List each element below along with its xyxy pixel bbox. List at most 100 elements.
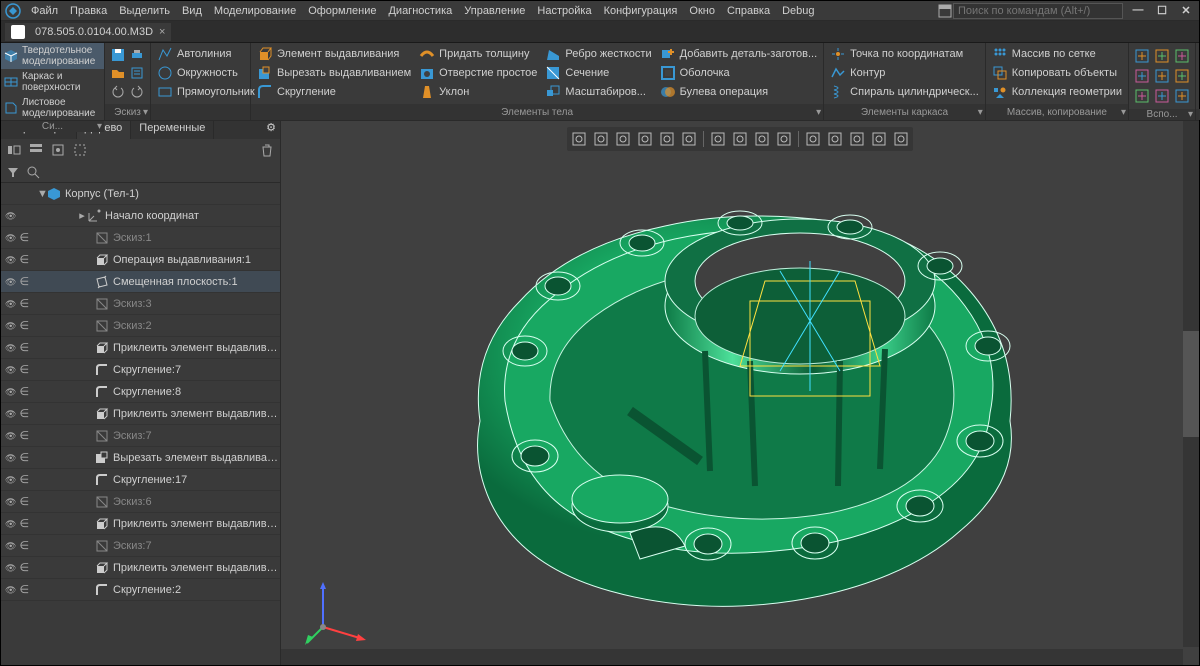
tree-item[interactable]: Эскиз:7 [1,425,280,447]
tree-root[interactable]: ▼ Корпус (Тел-1) [1,183,280,205]
tree-item[interactable]: Приклеить элемент выдавливания [1,513,280,535]
tree-item[interactable]: Эскиз:3 [1,293,280,315]
mode-solid[interactable]: Твердотельное моделирование [1,43,104,69]
save-icon[interactable] [110,47,126,63]
vt-select-icon[interactable] [569,129,589,149]
tree-item[interactable]: Эскиз:1 [1,227,280,249]
ribbon-toggle-icon[interactable] [937,3,953,19]
search-icon[interactable] [25,164,41,180]
vt-box-icon[interactable] [591,129,611,149]
vt-plane-icon[interactable] [679,129,699,149]
menu-select[interactable]: Выделить [113,3,176,19]
tree-mode1-icon[interactable] [5,141,23,159]
vt-snap-icon[interactable] [613,129,633,149]
filter-icon[interactable] [5,164,21,180]
viewport-3d[interactable] [281,121,1199,665]
tool-autoline[interactable]: Автолиния [153,45,259,63]
menu-manage[interactable]: Управление [458,3,531,19]
redo-icon[interactable] [129,83,145,99]
aux5-icon[interactable] [1153,67,1171,85]
tool-point[interactable]: Точка по координатам [826,45,983,63]
aux8-icon[interactable] [1153,87,1171,105]
vt-fit-icon[interactable] [730,129,750,149]
command-search-input[interactable] [953,3,1123,19]
tool-extrude[interactable]: Элемент выдавливания [253,45,415,63]
undo-icon[interactable] [110,83,126,99]
close-tab-icon[interactable]: × [159,26,165,38]
tool-contour[interactable]: Контур [826,64,983,82]
menu-window[interactable]: Окно [683,3,721,19]
tool-scale[interactable]: Масштабиров... [541,83,655,101]
tool-copy[interactable]: Копировать объекты [988,64,1126,82]
tree-item[interactable]: Эскиз:7 [1,535,280,557]
viewport-scrollbar-h[interactable] [281,649,1183,665]
menu-file[interactable]: Файл [25,3,64,19]
panel-settings-icon[interactable]: ⚙ [262,121,280,139]
vt-zoom-icon[interactable] [708,129,728,149]
menu-help[interactable]: Справка [721,3,776,19]
maximize-button[interactable]: ☐ [1153,4,1171,17]
open-icon[interactable] [110,65,126,81]
tree-mode2-icon[interactable] [27,141,45,159]
tree-item[interactable]: Операция выдавливания:1 [1,249,280,271]
tool-rectangle[interactable]: Прямоугольник [153,83,259,101]
tree-item[interactable]: Скругление:2 [1,579,280,601]
print-icon[interactable] [129,47,145,63]
tool-draft[interactable]: Уклон [415,83,541,101]
vt-align-icon[interactable] [635,129,655,149]
vt-hidden-icon[interactable] [847,129,867,149]
tool-rib[interactable]: Ребро жесткости [541,45,655,63]
tab-variables[interactable]: Переменные [131,121,214,139]
menu-settings[interactable]: Настройка [531,3,597,19]
menu-diagnostics[interactable]: Диагностика [382,3,458,19]
menu-config[interactable]: Конфигурация [598,3,684,19]
tool-pattern[interactable]: Массив по сетке [988,45,1126,63]
vt-rotate-icon[interactable] [752,129,772,149]
menu-drafting[interactable]: Оформление [302,3,382,19]
close-button[interactable]: ✕ [1177,4,1195,17]
vt-iso-icon[interactable] [891,129,911,149]
mode-surface[interactable]: Каркас и поверхности [1,69,104,95]
aux4-icon[interactable] [1133,67,1151,85]
tree-item[interactable]: Приклеить элемент выдавливания [1,403,280,425]
tree-item[interactable]: Скругление:8 [1,381,280,403]
aux3-icon[interactable] [1173,47,1191,65]
tree-item[interactable]: Эскиз:6 [1,491,280,513]
vt-section-icon[interactable] [869,129,889,149]
aux9-icon[interactable] [1173,87,1191,105]
viewport-scrollbar-v[interactable] [1183,121,1199,647]
tree-mode3-icon[interactable] [49,141,67,159]
tool-shell[interactable]: Оболочка [656,64,822,82]
menu-edit[interactable]: Правка [64,3,113,19]
menu-modeling[interactable]: Моделирование [208,3,302,19]
tool-hole[interactable]: Отверстие простое [415,64,541,82]
tree-mode4-icon[interactable] [71,141,89,159]
vt-shade-icon[interactable] [803,129,823,149]
tool-fillet[interactable]: Скругление [253,83,415,101]
tree-item[interactable]: Скругление:17 [1,469,280,491]
tree-item[interactable]: Вырезать элемент выдавливания: [1,447,280,469]
aux1-icon[interactable] [1133,47,1151,65]
properties-icon[interactable] [129,65,145,81]
aux7-icon[interactable] [1133,87,1151,105]
delete-icon[interactable] [258,141,276,159]
tool-circle[interactable]: Окружность [153,64,259,82]
tool-boolean[interactable]: Булева операция [656,83,822,101]
vt-pan-icon[interactable] [774,129,794,149]
aux2-icon[interactable] [1153,47,1171,65]
tree-item[interactable]: Смещенная плоскость:1 [1,271,280,293]
menu-view[interactable]: Вид [176,3,208,19]
menu-debug[interactable]: Debug [776,3,820,19]
tree-item[interactable]: Приклеить элемент выдавливания [1,557,280,579]
aux6-icon[interactable] [1173,67,1191,85]
tool-add-part[interactable]: Добавить деталь-заготов... [656,45,822,63]
tool-section[interactable]: Сечение [541,64,655,82]
tool-collection[interactable]: Коллекция геометрии [988,83,1126,101]
vt-measure-icon[interactable] [657,129,677,149]
vt-wire-icon[interactable] [825,129,845,149]
tree-item[interactable]: Приклеить элемент выдавливания [1,337,280,359]
tree-item[interactable]: Скругление:7 [1,359,280,381]
mode-sheetmetal[interactable]: Листовое моделирование [1,95,104,121]
minimize-button[interactable]: — [1129,4,1147,17]
tool-cut-extrude[interactable]: Вырезать выдавливанием [253,64,415,82]
